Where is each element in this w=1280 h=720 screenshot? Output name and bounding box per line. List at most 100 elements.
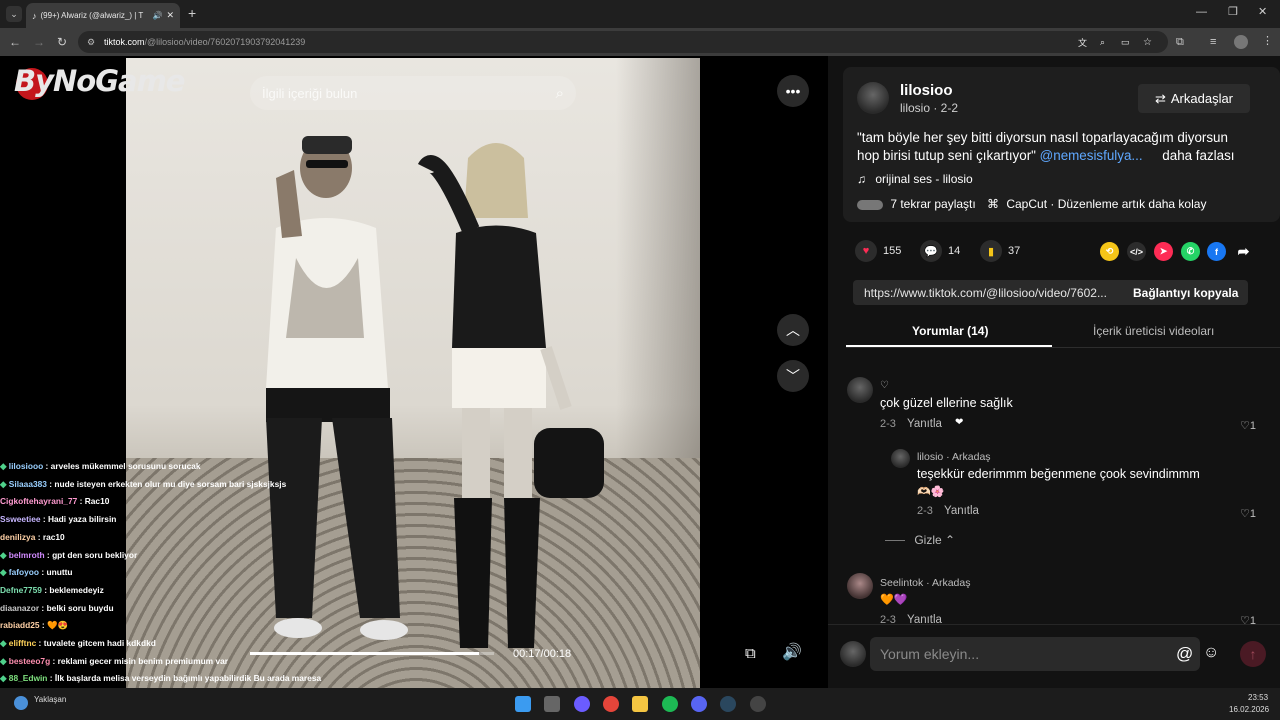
weather-icon[interactable] <box>14 696 28 710</box>
chat-text: 🧡😍 <box>47 620 68 631</box>
friends-button[interactable]: ⇄ Arkadaşlar <box>1138 84 1250 113</box>
chat-badge-icon: ◆ <box>0 461 9 471</box>
comment-avatar-2[interactable] <box>847 573 873 599</box>
url-host: tiktok.com <box>104 37 145 47</box>
chat-message: ◆ elifftnc : tuvalete gitcem hadi kdkdkd <box>0 635 360 653</box>
close-window-icon[interactable]: ✕ <box>1258 7 1267 18</box>
mention-link[interactable]: @nemesisfulya... <box>1040 148 1143 163</box>
comment-input[interactable]: Yorum ekleyin... @ <box>870 637 1200 671</box>
author-name[interactable]: lilosioo <box>900 82 953 99</box>
author-avatar[interactable] <box>857 82 889 114</box>
more-link[interactable]: daha fazlası <box>1162 148 1234 163</box>
translate-icon[interactable]: 文 <box>1078 36 1087 49</box>
chat-username: rabiadd25 <box>0 620 40 631</box>
sound-row[interactable]: ♫ orijinal ses - lilosio <box>857 172 973 186</box>
address-bar[interactable]: ⚙ tiktok.com /@lilosioo/video/7602071903… <box>78 31 1168 53</box>
repost-label: 7 tekrar paylaştı <box>890 197 976 211</box>
profile-avatar[interactable] <box>1234 35 1248 49</box>
mention-icon[interactable]: @ <box>1176 644 1193 664</box>
whatsapp-icon[interactable]: ✆ <box>1181 242 1200 261</box>
reply-user[interactable]: lilosio · Arkadaş <box>917 451 991 463</box>
reply-text: teşekkür ederimmm beğenmene çook sevindi… <box>917 467 1200 481</box>
repost-row[interactable]: 7 tekrar paylaştı <box>857 197 976 211</box>
tiktok-favicon-icon: ♪ <box>32 10 37 21</box>
previous-video-button[interactable]: ︿ <box>777 314 809 346</box>
emoji-icon[interactable]: ☺ <box>1203 645 1219 661</box>
bookmark-icon[interactable]: ▮ <box>980 240 1002 262</box>
more-options-button[interactable]: ••• <box>777 75 809 107</box>
share-arrow-icon[interactable]: ➦ <box>1234 242 1253 261</box>
clock-time[interactable]: 23:53 <box>1248 693 1268 702</box>
bookmark-star-icon[interactable]: ☆ <box>1143 37 1152 48</box>
repost-share-icon[interactable]: ⟲ <box>1100 242 1119 261</box>
volume-icon[interactable]: 🔊 <box>782 645 802 661</box>
comment-user-2[interactable]: Seelintok · Arkadaş <box>880 577 970 589</box>
facebook-icon[interactable]: f <box>1207 242 1226 261</box>
tab-search-icon[interactable]: ⌄ <box>6 6 22 22</box>
reading-list-icon[interactable]: ≡ <box>1210 37 1216 48</box>
weather-label[interactable]: Yaklaşan <box>34 695 66 704</box>
capcut-row[interactable]: ⌘ CapCut · Düzenleme artık daha kolay <box>987 197 1206 211</box>
reply-like[interactable]: ♡1 <box>1240 507 1256 520</box>
forward-icon[interactable]: → <box>33 36 45 48</box>
toolbar: ← → ↻ ⚙ tiktok.com /@lilosioo/video/7602… <box>0 28 1280 56</box>
panel-tabs: Yorumlar (14) İçerik üreticisi videoları <box>846 318 1280 348</box>
send-comment-button[interactable]: ↑ <box>1240 641 1266 667</box>
new-tab-button[interactable]: + <box>188 6 196 20</box>
browser-menu-icon[interactable]: ⋮ <box>1262 36 1273 47</box>
search-input[interactable]: İlgili içeriği bulun ⌕ <box>250 76 576 110</box>
caption-line-2: hop birisi tutup seni çıkartıyor" @nemes… <box>857 148 1235 163</box>
chat-separator: : <box>50 655 58 666</box>
copilot-icon[interactable] <box>574 696 590 712</box>
task-view-icon[interactable] <box>544 696 560 712</box>
discord-icon[interactable] <box>691 696 707 712</box>
save-action[interactable]: ▮ 37 <box>980 240 1020 262</box>
copy-link-button[interactable]: Bağlantıyı kopyala <box>1133 286 1238 300</box>
chrome-icon[interactable] <box>603 696 619 712</box>
tab-comments[interactable]: Yorumlar (14) <box>912 324 988 338</box>
minimize-icon[interactable]: — <box>1196 7 1207 18</box>
browser-tab[interactable]: ♪ (99+) Alwariz (@alwariz_) | T 🔊 ✕ <box>26 3 180 28</box>
site-info-icon[interactable]: ⚙ <box>87 37 95 48</box>
heart-icon[interactable]: ♥ <box>855 240 877 262</box>
spotify-icon[interactable] <box>662 696 678 712</box>
like-action[interactable]: ♥ 155 <box>855 240 901 262</box>
video-time: 00:17/00:18 <box>513 648 572 660</box>
zoom-icon[interactable]: ⌕ <box>1100 37 1105 48</box>
reload-icon[interactable]: ↻ <box>57 36 67 48</box>
creator-liked-badge: ❤ <box>955 417 964 428</box>
comment-like-2[interactable]: ♡1 <box>1240 614 1256 624</box>
send-to-friends-icon[interactable]: ➤ <box>1154 242 1173 261</box>
reply-avatar[interactable] <box>891 449 910 468</box>
obs-icon[interactable] <box>750 696 766 712</box>
pip-icon[interactable]: ⧉ <box>745 646 756 661</box>
start-icon[interactable] <box>515 696 531 712</box>
chat-message: ◆ belmroth : gpt den soru bekliyor <box>0 547 360 565</box>
chat-text: gpt den soru bekliyor <box>52 549 138 560</box>
comment-user[interactable]: ♡ <box>880 380 889 391</box>
back-icon[interactable]: ← <box>9 36 21 48</box>
comment-like[interactable]: ♡1 <box>1240 419 1256 432</box>
comment-avatar[interactable] <box>847 377 873 403</box>
embed-icon[interactable]: </> <box>1127 242 1146 261</box>
extensions-icon[interactable]: ⧉ <box>1176 37 1184 48</box>
next-video-button[interactable]: ﹀ <box>777 360 809 392</box>
capcut-icon: ⌘ <box>987 197 999 211</box>
chat-text: Hadi yaza bilirsin <box>47 514 117 525</box>
comment-action[interactable]: 💬 14 <box>920 240 960 262</box>
steam-icon[interactable] <box>720 696 736 712</box>
reply-reply-button[interactable]: Yanıtla <box>944 505 979 517</box>
hide-replies-button[interactable]: Gizle ⌃ <box>885 533 955 547</box>
tab-creator-videos[interactable]: İçerik üreticisi videoları <box>1093 324 1214 338</box>
heart-outline-icon: ♡ <box>1240 508 1250 520</box>
comment-icon[interactable]: 💬 <box>920 240 942 262</box>
restore-icon[interactable]: ❐ <box>1228 7 1238 18</box>
reply-button-2[interactable]: Yanıtla <box>907 614 942 624</box>
tab-close-icon[interactable]: ✕ <box>166 10 174 21</box>
clock-date[interactable]: 16.02.2026 <box>1229 705 1269 714</box>
search-icon[interactable]: ⌕ <box>556 85 564 102</box>
cast-icon[interactable]: ▭ <box>1121 37 1130 48</box>
reply-button[interactable]: Yanıtla <box>907 418 942 430</box>
file-explorer-icon[interactable] <box>632 696 648 712</box>
audio-icon[interactable]: 🔊 <box>152 11 162 20</box>
